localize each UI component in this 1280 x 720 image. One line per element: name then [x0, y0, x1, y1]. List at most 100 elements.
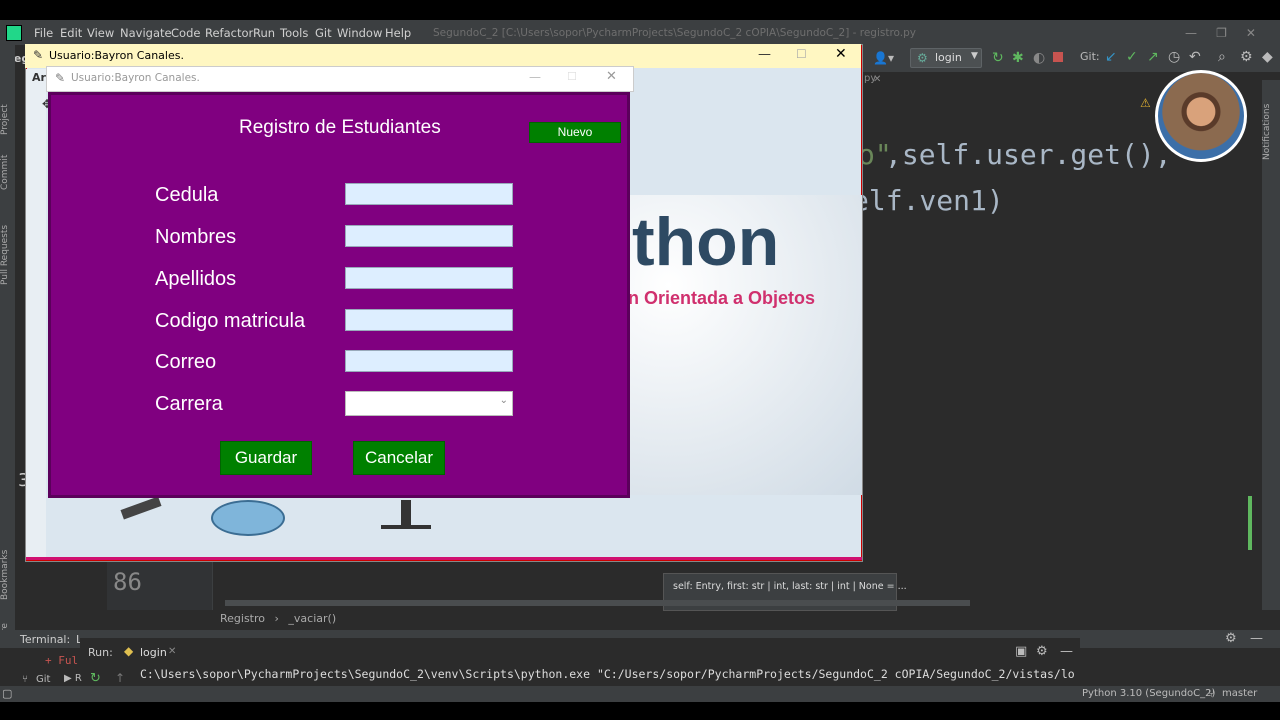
git-commit-icon[interactable]: ✓	[1126, 49, 1138, 65]
ide-toolbar: 👤▾ ⚙ login ▼ ↻ ✱ ◐ ▸ Git: ↙ ✓ ↗ ◷ ↶ ⌕ ⚙ …	[860, 45, 1280, 72]
stop-icon[interactable]	[1053, 52, 1063, 62]
outer-minimize-button[interactable]: —	[758, 47, 771, 62]
debug-icon[interactable]: ✱	[1012, 50, 1024, 66]
field-label-cedula: Cedula	[155, 184, 219, 206]
menu-file[interactable]: File	[34, 26, 53, 40]
rollback-icon[interactable]: ↶	[1189, 49, 1201, 65]
git-push-icon[interactable]: ↗	[1147, 49, 1159, 65]
coverage-icon[interactable]: ◐	[1033, 50, 1045, 66]
tool-project[interactable]: Project	[0, 75, 15, 135]
rerun-run-icon[interactable]: ↻	[90, 671, 101, 686]
git-label: Git:	[1080, 50, 1100, 63]
cancel-button[interactable]: Cancelar	[353, 441, 445, 475]
terminal-tab[interactable]: Terminal:	[20, 633, 70, 646]
git-tool-label[interactable]: Git	[36, 674, 50, 685]
breadcrumb-class[interactable]: Registro	[220, 612, 265, 625]
menu-refactor[interactable]: Refactor	[205, 26, 253, 40]
minimize-panel-icon[interactable]: —	[1250, 631, 1263, 646]
webcam-avatar	[1155, 70, 1247, 162]
git-status-icon[interactable]: ⑂	[22, 674, 28, 685]
run-minimize-icon[interactable]: —	[1060, 644, 1073, 659]
warning-icon: ⚠	[1140, 96, 1151, 110]
search-icon[interactable]: ⌕	[1218, 49, 1226, 65]
pycharm-logo-icon	[6, 25, 22, 41]
correo-input[interactable]	[345, 350, 513, 372]
line-number: 86	[113, 568, 142, 596]
carrera-select[interactable]: ⌄	[345, 391, 513, 416]
menu-tools[interactable]: Tools	[280, 26, 308, 40]
apellidos-input[interactable]	[345, 267, 513, 289]
background-python-text: thon	[632, 204, 780, 280]
python-config-icon: ⚙	[917, 51, 928, 65]
background-decor-shape	[120, 496, 162, 520]
menu-view[interactable]: View	[87, 26, 114, 40]
field-label-carrera: Carrera	[155, 393, 223, 415]
menu-navigate[interactable]: Navigate	[120, 26, 172, 40]
python-icon: ◆	[124, 644, 134, 658]
field-label-apellidos: Apellidos	[155, 268, 237, 290]
background-decor-chair	[376, 500, 436, 535]
python-interpreter[interactable]: Python 3.10 (SegundoC_2)	[1082, 688, 1215, 699]
code-line-1: ,self.user.get(),	[885, 138, 1172, 171]
settings-icon[interactable]: ⚙	[1225, 631, 1237, 646]
field-label-correo: Correo	[155, 351, 217, 373]
rerun-icon[interactable]: ↻	[992, 50, 1004, 66]
run-config-tab[interactable]: login	[140, 646, 167, 659]
nombres-input[interactable]	[345, 225, 513, 247]
save-button[interactable]: Guardar	[220, 441, 312, 475]
tool-notifications[interactable]: Notifications	[1262, 90, 1280, 160]
run-config-select[interactable]: ⚙ login ▼	[910, 48, 982, 68]
tool-commit[interactable]: Commit	[0, 140, 15, 190]
outer-maximize-button[interactable]: ☐	[796, 47, 807, 61]
outer-close-button[interactable]: ✕	[835, 46, 847, 62]
menu-code[interactable]: Code	[171, 26, 200, 40]
left-tool-strip: Project Commit Pull Requests Bookmarks S…	[0, 45, 15, 700]
parameter-hint-text: self: Entry, first: str | int, last: str…	[673, 581, 907, 592]
panel-toggle-icon[interactable]: ▢	[2, 687, 12, 700]
run-tool-icon[interactable]: ▶ R	[64, 673, 82, 684]
close-icon[interactable]: ✕	[873, 74, 881, 85]
scroll-up-icon[interactable]: ↑	[115, 671, 125, 685]
terminal-line: + Ful	[45, 654, 79, 667]
registration-form: Registro de Estudiantes Nuevo Cedula Nom…	[48, 92, 630, 498]
layout-icon[interactable]: ▣	[1015, 644, 1027, 659]
menu-edit[interactable]: Edit	[60, 26, 82, 40]
ide-window-title: SegundoC_2 [C:\Users\sopor\PycharmProjec…	[433, 27, 917, 39]
user-icon[interactable]: 👤▾	[873, 51, 894, 65]
menu-help[interactable]: Help	[385, 26, 411, 40]
outer-window-title: Usuario:Bayron Canales.	[49, 49, 184, 62]
codigo-matricula-input[interactable]	[345, 309, 513, 331]
branch-icon: ⑂	[1208, 687, 1215, 700]
run-command-output: C:\Users\sopor\PycharmProjects\SegundoC_…	[140, 667, 1075, 681]
cedula-input[interactable]	[345, 183, 513, 205]
gutter-left	[15, 560, 107, 630]
history-icon[interactable]: ◷	[1168, 49, 1180, 65]
status-bar: ▢ ⑂ Git ▶ R Python 3.10 (SegundoC_2) ⑂ m…	[0, 673, 1280, 702]
tool-pull-requests[interactable]: Pull Requests	[0, 195, 15, 285]
inner-window-titlebar[interactable]: ✎ Usuario:Bayron Canales. — ☐ ✕	[46, 66, 634, 92]
git-branch[interactable]: master	[1222, 688, 1257, 699]
outer-left-margin	[26, 69, 46, 559]
inner-close-button[interactable]: ✕	[606, 69, 617, 84]
scroll-marker	[1248, 496, 1252, 550]
close-tab-icon[interactable]: ✕	[168, 646, 176, 657]
outer-window-titlebar[interactable]: ✎ Usuario:Bayron Canales. — ☐ ✕	[25, 44, 861, 68]
git-update-icon[interactable]: ↙	[1105, 49, 1117, 65]
menu-run[interactable]: Run	[253, 26, 275, 40]
background-subtitle: n Orientada a Objetos	[628, 288, 816, 308]
line-gutter: 86	[107, 560, 212, 610]
inner-maximize-button[interactable]: ☐	[567, 70, 577, 83]
run-settings-icon[interactable]: ⚙	[1036, 644, 1048, 659]
menu-git[interactable]: Git	[315, 26, 332, 40]
tool-bookmarks[interactable]: Bookmarks	[0, 530, 15, 600]
ide-window-controls[interactable]: — ❐ ✕	[1185, 26, 1256, 40]
run-label: Run:	[88, 646, 113, 659]
menu-window[interactable]: Window	[337, 26, 382, 40]
gear-icon[interactable]: ⚙	[1240, 49, 1253, 65]
inner-minimize-button[interactable]: —	[529, 70, 541, 84]
horizontal-scrollbar[interactable]	[225, 600, 970, 606]
new-button[interactable]: Nuevo	[529, 122, 621, 143]
breadcrumb-method[interactable]: _vaciar()	[288, 612, 336, 625]
jetbrains-icon[interactable]: ◆	[1262, 49, 1273, 65]
breadcrumb: Registro › _vaciar()	[220, 612, 337, 625]
